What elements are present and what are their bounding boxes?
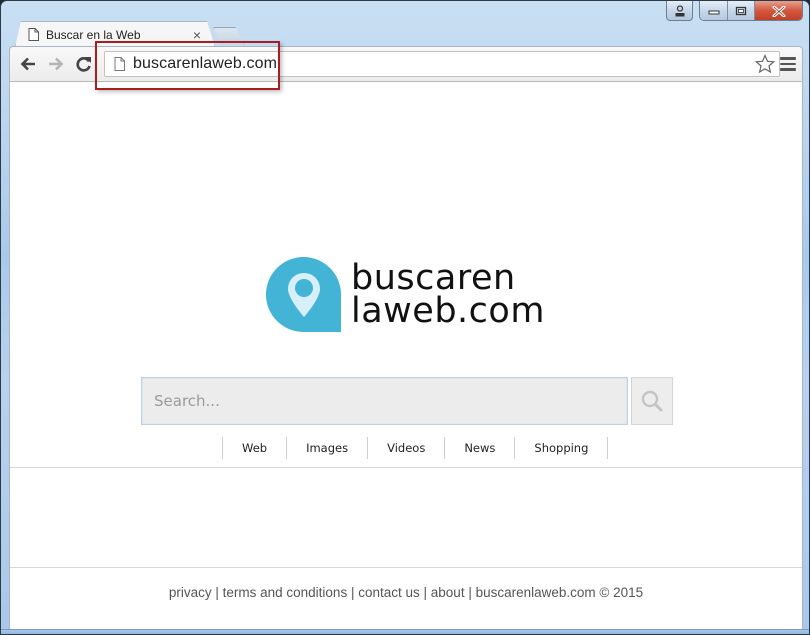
- footer-link-about[interactable]: about: [431, 585, 465, 600]
- back-button[interactable]: [16, 53, 40, 75]
- profile-button[interactable]: [666, 1, 693, 21]
- window-bottom-frame: [1, 629, 809, 634]
- forward-arrow-icon: [49, 57, 64, 71]
- footer-copyright: buscarenlaweb.com © 2015: [475, 585, 644, 600]
- footer-separator: |: [347, 585, 359, 600]
- window-controls: [666, 1, 803, 23]
- page-icon: [114, 57, 125, 71]
- browser-tab[interactable]: Buscar en la Web ×: [15, 21, 215, 47]
- forward-button[interactable]: [44, 53, 68, 75]
- footer: privacy | terms and conditions | contact…: [10, 585, 802, 600]
- hamburger-menu-icon[interactable]: [780, 55, 796, 73]
- vertical-tab-videos[interactable]: Videos: [368, 437, 446, 459]
- content-divider: [10, 467, 802, 468]
- search-input[interactable]: [141, 377, 628, 425]
- footer-link-privacy[interactable]: privacy: [169, 585, 212, 600]
- star-icon[interactable]: [755, 54, 775, 74]
- search-form: [141, 377, 673, 425]
- back-arrow-icon: [20, 57, 35, 71]
- reload-button[interactable]: [72, 53, 96, 75]
- new-tab-button[interactable]: [213, 27, 245, 45]
- vertical-tab-shopping[interactable]: Shopping: [515, 437, 609, 459]
- footer-separator: |: [211, 585, 223, 600]
- footer-link-terms[interactable]: terms and conditions: [223, 585, 348, 600]
- footer-divider: [10, 567, 802, 568]
- footer-separator: |: [419, 585, 431, 600]
- window-button-group: [699, 1, 803, 21]
- search-verticals: Web Images Videos News Shopping: [222, 437, 609, 459]
- profile-icon: [675, 4, 684, 16]
- address-bar[interactable]: buscarenlaweb.com: [104, 51, 780, 77]
- site-logo: buscaren laweb.com: [266, 257, 545, 332]
- tab-close-icon[interactable]: ×: [188, 27, 206, 43]
- browser-window: Buscar en la Web × buscarenlaweb.com bus…: [0, 0, 810, 635]
- tab-title: Buscar en la Web: [46, 27, 141, 42]
- search-button[interactable]: [631, 377, 673, 425]
- logo-line-1: buscaren: [351, 257, 516, 298]
- footer-link-contact[interactable]: contact us: [358, 585, 420, 600]
- minimize-icon: [708, 10, 719, 15]
- footer-separator: |: [464, 585, 476, 600]
- vertical-tab-web[interactable]: Web: [223, 437, 288, 459]
- browser-toolbar: buscarenlaweb.com: [9, 46, 803, 82]
- maximize-button[interactable]: [728, 1, 755, 20]
- map-pin-icon: [287, 272, 320, 317]
- page-icon: [28, 28, 39, 41]
- vertical-tab-news[interactable]: News: [445, 437, 516, 459]
- logo-line-2: laweb.com: [351, 290, 545, 331]
- reload-icon: [76, 57, 91, 72]
- minimize-button[interactable]: [700, 1, 728, 20]
- logo-mark: [266, 257, 341, 332]
- logo-wordmark: buscaren laweb.com: [351, 257, 545, 331]
- close-icon: [772, 5, 785, 17]
- search-icon: [641, 390, 663, 412]
- page-viewport: buscaren laweb.com Web Images Videos New…: [9, 82, 803, 629]
- close-window-button[interactable]: [755, 1, 802, 20]
- url-text[interactable]: buscarenlaweb.com: [133, 55, 277, 73]
- vertical-tab-images[interactable]: Images: [287, 437, 369, 459]
- maximize-icon: [735, 6, 747, 16]
